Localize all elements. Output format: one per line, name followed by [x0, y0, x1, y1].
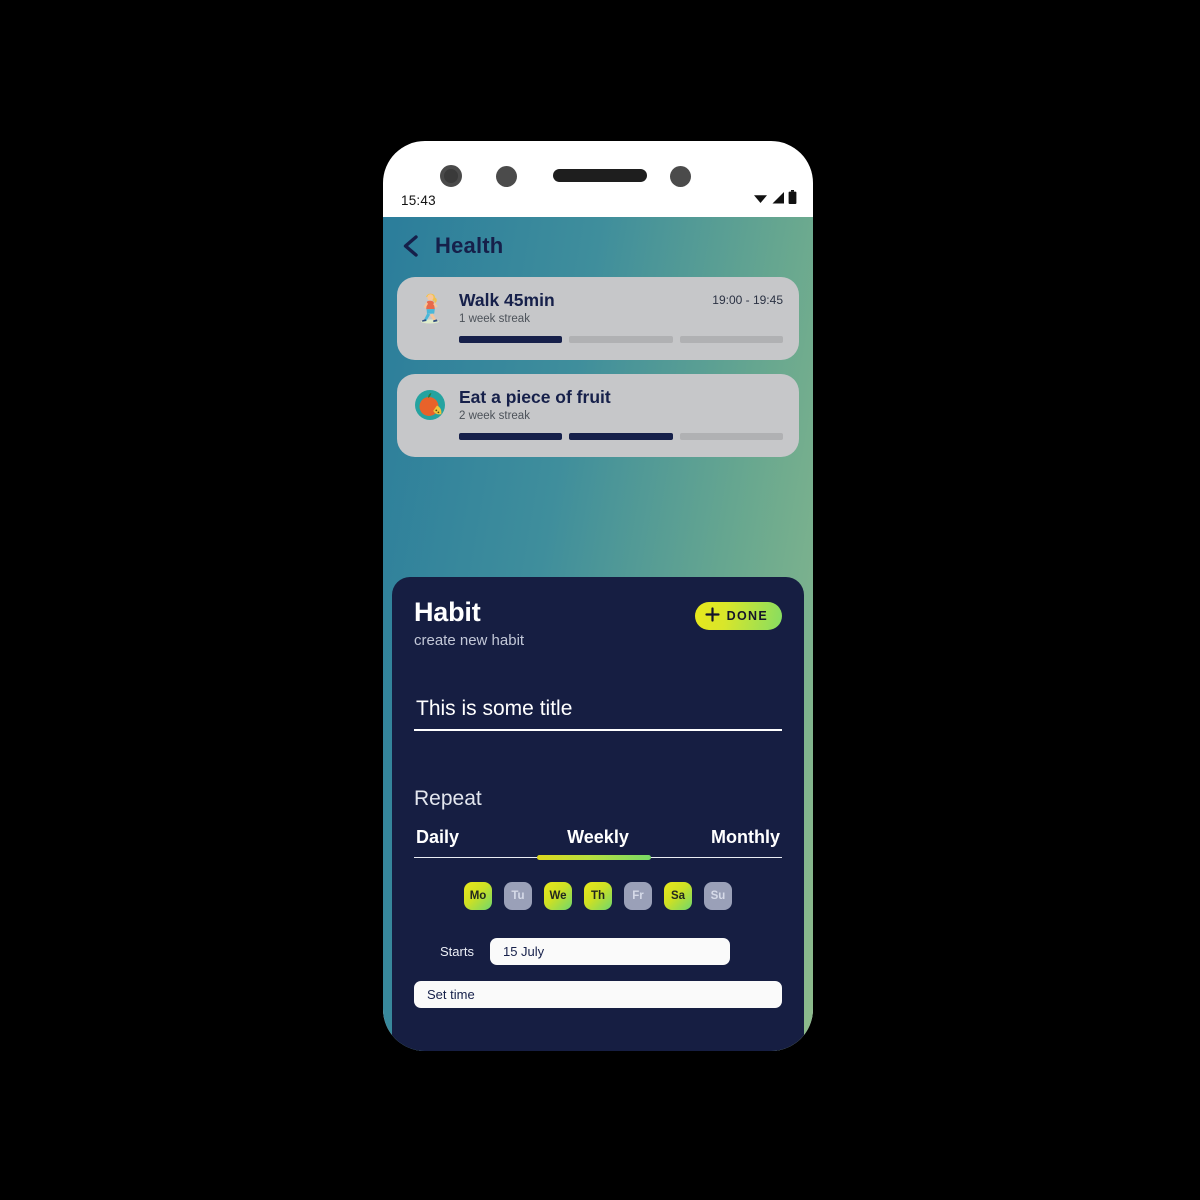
- progress-segment: [459, 433, 563, 441]
- habit-card-walk[interactable]: Walk 45min 1 week streak 19:00 - 19:45: [397, 277, 799, 360]
- tab-weekly[interactable]: Weekly: [537, 827, 658, 857]
- back-icon[interactable]: [399, 234, 421, 258]
- screenshot-canvas: 15:43 Health Walk 45min 1 week streak 19…: [0, 0, 1200, 1200]
- habit-title-input[interactable]: [414, 697, 782, 729]
- active-tab-indicator: [536, 855, 651, 860]
- habit-time: 19:00 - 19:45: [712, 293, 783, 307]
- starts-row: Starts 15 July: [414, 938, 782, 965]
- repeat-label: Repeat: [414, 786, 482, 810]
- page-title: Health: [435, 233, 504, 258]
- walking-woman-icon: [413, 291, 447, 325]
- habit-title: Eat a piece of fruit: [459, 387, 611, 407]
- done-button[interactable]: DONE: [694, 602, 782, 630]
- day-chip-sa[interactable]: Sa: [664, 882, 692, 910]
- day-chip-we[interactable]: We: [544, 882, 572, 910]
- day-chip-mo[interactable]: Mo: [464, 882, 492, 910]
- weekday-selector: Mo Tu We Th Fr Sa Su: [414, 882, 782, 910]
- day-chip-su[interactable]: Su: [704, 882, 732, 910]
- habit-card-header: Eat a piece of fruit 2 week streak: [413, 387, 783, 422]
- habit-streak: 1 week streak: [459, 313, 530, 326]
- progress-segment: [679, 336, 783, 344]
- habit-card-fruit[interactable]: Eat a piece of fruit 2 week streak: [397, 374, 799, 457]
- progress-segment: [679, 433, 783, 441]
- wifi-icon: [753, 191, 768, 210]
- phone-mockup: 15:43 Health Walk 45min 1 week streak 19…: [383, 141, 813, 1051]
- sheet-title: Habit: [414, 597, 481, 627]
- phone-sensor-row: [383, 153, 813, 187]
- app-screen: Health Walk 45min 1 week streak 19:00 - …: [383, 217, 813, 1051]
- plus-icon: [705, 607, 720, 625]
- tab-monthly[interactable]: Monthly: [659, 827, 782, 857]
- sheet-header: Habit create new habit DONE: [414, 597, 782, 649]
- habit-streak: 2 week streak: [459, 410, 530, 423]
- habit-list: Walk 45min 1 week streak 19:00 - 19:45 E…: [383, 275, 813, 457]
- habit-title-field: [414, 697, 782, 731]
- app-header: Health: [383, 217, 813, 275]
- set-time-field[interactable]: Set time: [414, 981, 782, 1008]
- habit-card-text: Walk 45min 1 week streak: [459, 290, 700, 325]
- habit-progress: [413, 433, 783, 441]
- starts-label: Starts: [440, 944, 474, 959]
- earpiece-speaker: [553, 169, 647, 182]
- sheet-heading-block: Habit create new habit: [414, 597, 524, 649]
- start-date-field[interactable]: 15 July: [489, 938, 730, 965]
- status-time: 15:43: [401, 192, 436, 208]
- title-input-underline: [414, 729, 782, 731]
- repeat-tabs: Daily Weekly Monthly: [414, 827, 782, 857]
- status-bar: 15:43: [383, 183, 813, 217]
- status-icon-group: [753, 190, 797, 210]
- done-button-label: DONE: [726, 609, 768, 623]
- battery-icon: [788, 190, 797, 210]
- day-chip-tu[interactable]: Tu: [504, 882, 532, 910]
- new-habit-sheet: Habit create new habit DONE This is some…: [392, 577, 804, 1051]
- sheet-subtitle: create new habit: [414, 632, 525, 649]
- day-chip-fr[interactable]: Fr: [624, 882, 652, 910]
- habit-progress: [413, 336, 783, 344]
- tab-daily[interactable]: Daily: [414, 827, 537, 857]
- habit-card-text: Eat a piece of fruit 2 week streak: [459, 387, 771, 422]
- progress-segment: [459, 336, 563, 344]
- progress-segment: [569, 336, 673, 344]
- day-chip-th[interactable]: Th: [584, 882, 612, 910]
- habit-card-header: Walk 45min 1 week streak 19:00 - 19:45: [413, 290, 783, 325]
- tab-underline: [414, 855, 782, 860]
- habit-title: Walk 45min: [459, 290, 555, 310]
- progress-segment: [569, 433, 673, 441]
- cellular-signal-icon: [771, 191, 785, 210]
- fruit-icon: [413, 388, 447, 422]
